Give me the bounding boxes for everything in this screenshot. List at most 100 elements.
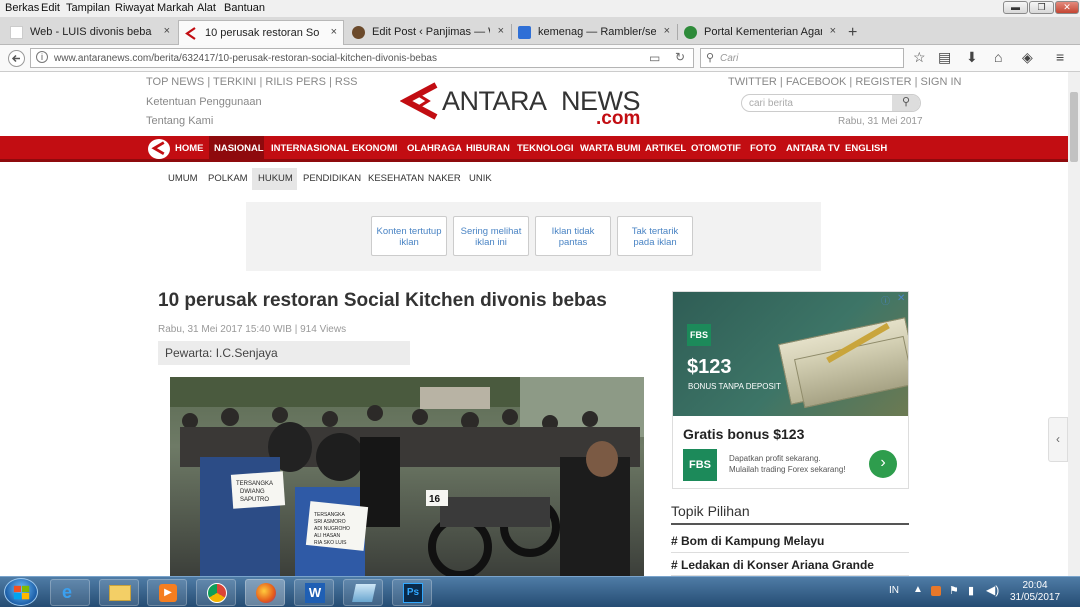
system-clock[interactable]: 20:04 31/05/2017 — [1010, 580, 1060, 604]
subnav-naker[interactable]: NAKER — [428, 173, 461, 184]
bookmarks-library-icon[interactable]: ▤ — [938, 49, 951, 66]
adchoices-icon[interactable]: ⓘ — [881, 294, 890, 307]
header-date: Rabu, 31 Mei 2017 — [838, 116, 923, 127]
subnav-unik[interactable]: UNIK — [469, 173, 492, 184]
subnav-hukum[interactable]: HUKUM — [258, 173, 293, 184]
firefox-button[interactable] — [245, 579, 285, 606]
nav-foto[interactable]: FOTO — [750, 143, 776, 154]
tab-close-icon[interactable]: × — [164, 25, 170, 37]
url-text[interactable]: www.antaranews.com/berita/632417/10-peru… — [54, 53, 437, 64]
subnav-kesehatan[interactable]: KESEHATAN — [368, 173, 424, 184]
nav-olahraga[interactable]: OLAHRAGA — [407, 143, 462, 154]
subnav-umum[interactable]: UMUM — [168, 173, 198, 184]
article-photo[interactable]: TERSANGKA DWIANG SAPUTRO TERSANGKA SRI A… — [170, 377, 644, 576]
app-button[interactable] — [343, 579, 383, 606]
tab-close-icon[interactable]: × — [331, 26, 337, 38]
tray-flag-icon[interactable]: ⚑ — [949, 584, 959, 597]
app-icon — [352, 584, 376, 602]
reader-view-icon[interactable]: ▭ — [649, 51, 660, 65]
subnav-pendidikan[interactable]: PENDIDIKAN — [303, 173, 361, 184]
tab-close-icon[interactable]: × — [664, 25, 670, 37]
photoshop-button[interactable]: Ps — [392, 579, 432, 606]
media-player-button[interactable]: ▶ — [147, 579, 187, 606]
subnav-polkam[interactable]: POLKAM — [208, 173, 248, 184]
ie-icon: e — [62, 582, 73, 602]
ad-arrow-button[interactable]: › — [869, 450, 897, 478]
menu-berkas[interactable]: Berkas — [5, 2, 39, 14]
start-button[interactable] — [4, 578, 38, 606]
minimize-button[interactable]: ▬ — [1003, 1, 1028, 14]
search-button[interactable]: ⚲ — [892, 95, 920, 111]
ad-close-icon[interactable]: ✕ — [897, 293, 905, 304]
ad-feedback-not-interested[interactable]: Tak tertarik pada iklan — [617, 216, 693, 256]
tab-web-luis[interactable]: Web - LUIS divonis bebas × — [4, 20, 176, 45]
menu-alat[interactable]: Alat — [197, 2, 216, 14]
nav-nasional[interactable]: NASIONAL — [214, 143, 264, 154]
top-links-left[interactable]: TOP NEWS | TERKINI | RILIS PERS | RSS — [146, 76, 358, 88]
reload-icon[interactable]: ↻ — [675, 50, 685, 64]
menu-riwayat[interactable]: Riwayat — [115, 2, 154, 14]
tab-close-icon[interactable]: × — [498, 25, 504, 37]
bookmark-star-icon[interactable]: ☆ — [913, 49, 926, 66]
nav-ekonomi[interactable]: EKONOMI — [352, 143, 397, 154]
back-icon[interactable] — [8, 50, 25, 67]
volume-icon[interactable]: ◀) — [986, 583, 999, 597]
tab-close-icon[interactable]: × — [830, 25, 836, 37]
url-bar[interactable]: i www.antaranews.com/berita/632417/10-pe… — [30, 48, 694, 68]
language-indicator[interactable]: IN — [889, 585, 899, 596]
menu-bantuan[interactable]: Bantuan — [224, 2, 265, 14]
word-button[interactable]: W — [294, 579, 334, 606]
tab-rambler-search[interactable]: kemenag — Rambler/search × — [512, 20, 676, 45]
panjimas-icon — [352, 26, 365, 39]
home-icon[interactable]: ⌂ — [994, 49, 1002, 65]
site-search-input[interactable]: cari berita ⚲ — [741, 94, 921, 112]
nav-teknologi[interactable]: TEKNOLOGI — [517, 143, 573, 154]
browser-search-box[interactable]: ⚲ Cari — [700, 48, 904, 68]
network-icon[interactable]: ▮ — [968, 584, 974, 597]
ad-feedback-inappropriate[interactable]: Iklan tidak pantas — [535, 216, 611, 256]
nav-warta-bumi[interactable]: WARTA BUMI — [580, 143, 641, 154]
tray-expand-icon[interactable]: ▲ — [913, 584, 923, 595]
tab-edit-post[interactable]: Edit Post ‹ Panjimas — Word × — [346, 20, 510, 45]
nav-artikel[interactable]: ARTIKEL — [645, 143, 686, 154]
fbs-logo: FBS — [687, 324, 711, 346]
tab-antaranews[interactable]: 10 perusak restoran Social Kit × — [178, 20, 344, 45]
antaranews-logo[interactable]: ANTARA NEWS .com — [400, 80, 660, 129]
nav-otomotif[interactable]: OTOMOTIF — [691, 143, 741, 154]
photo-sign-text: TERSANGKA — [236, 481, 273, 487]
top-links-right[interactable]: TWITTER | FACEBOOK | REGISTER | SIGN IN — [728, 76, 961, 88]
nav-hiburan[interactable]: HIBURAN — [466, 143, 510, 154]
new-tab-button[interactable]: + — [848, 18, 868, 43]
side-panel-toggle[interactable]: ‹ — [1048, 417, 1068, 462]
tab-kemenag[interactable]: Portal Kementerian Agama R × — [678, 20, 842, 45]
firefox-icon — [256, 583, 276, 603]
download-icon[interactable]: ⬇ — [966, 49, 978, 66]
home-logo-icon[interactable] — [148, 139, 170, 159]
ad-bonus-text: BONUS TANPA DEPOSIT — [688, 382, 781, 391]
scrollbar-thumb[interactable] — [1070, 92, 1078, 162]
ad-feedback-seen[interactable]: Sering melihat iklan ini — [453, 216, 529, 256]
tray-app-icon[interactable] — [931, 586, 941, 596]
nav-internasional[interactable]: INTERNASIONAL — [271, 143, 349, 154]
ad-feedback-covered[interactable]: Konten tertutup iklan — [371, 216, 447, 256]
ketentuan-link[interactable]: Ketentuan Penggunaan — [146, 96, 262, 108]
internet-explorer-button[interactable]: e — [50, 579, 90, 606]
menu-hamburger-icon[interactable]: ≡ — [1056, 49, 1064, 65]
nav-english[interactable]: ENGLISH — [845, 143, 887, 154]
menu-edit[interactable]: Edit — [41, 2, 60, 14]
nav-antara-tv[interactable]: ANTARA TV — [786, 143, 840, 154]
topik-item[interactable]: # Bom di Kampung Melayu — [671, 534, 824, 548]
explorer-button[interactable] — [99, 579, 139, 606]
menu-tampilan[interactable]: Tampilan — [66, 2, 110, 14]
topik-item[interactable]: # Ledakan di Konser Ariana Grande — [671, 558, 874, 572]
photo-number-text: 16 — [429, 494, 441, 505]
maximize-button[interactable]: ❐ — [1029, 1, 1054, 14]
chrome-button[interactable] — [196, 579, 236, 606]
menu-markah[interactable]: Markah — [157, 2, 194, 14]
pocket-icon[interactable]: ◈ — [1022, 49, 1033, 66]
nav-home[interactable]: HOME — [175, 143, 204, 154]
sidebar-ad[interactable]: FBS $123 BONUS TANPA DEPOSIT ⓘ ✕ Gratis … — [672, 291, 909, 489]
close-window-button[interactable]: ✕ — [1055, 1, 1079, 14]
info-icon[interactable]: i — [36, 51, 48, 63]
tentang-link[interactable]: Tentang Kami — [146, 115, 213, 127]
